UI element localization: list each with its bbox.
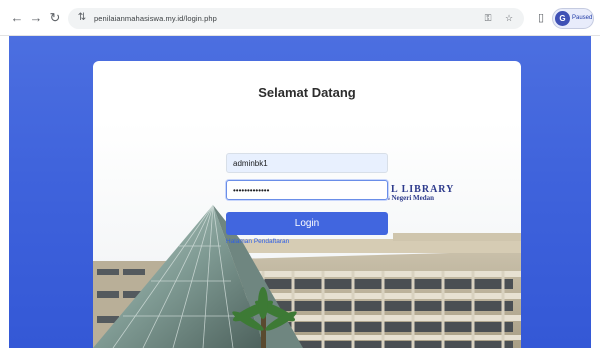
page-title: Selamat Datang: [258, 85, 356, 100]
page-viewport: L LIBRARY s Negeri Medan Selamat Datang …: [9, 36, 591, 348]
extensions-icon[interactable]: ▯: [532, 9, 550, 27]
building-sign-line1: L LIBRARY: [391, 184, 455, 195]
register-link[interactable]: Halaman Pendaftaran: [226, 238, 289, 245]
browser-toolbar: ← → ↻ ⇅ penilaianmahasiswa.my.id/login.p…: [0, 0, 600, 36]
password-key-icon[interactable]: ⚿: [480, 10, 496, 26]
password-field[interactable]: [226, 180, 388, 200]
bookmark-star-icon[interactable]: ☆: [501, 10, 517, 26]
profile-status-label: Paused: [572, 15, 593, 21]
building-sign-line2: s Negeri Medan: [387, 194, 435, 202]
url-text[interactable]: penilaianmahasiswa.my.id/login.php: [94, 8, 217, 29]
login-card: L LIBRARY s Negeri Medan Selamat Datang …: [93, 61, 521, 348]
building-sign: L LIBRARY s Negeri Medan: [387, 184, 455, 203]
address-bar[interactable]: ⇅ penilaianmahasiswa.my.id/login.php ⚿ ☆: [68, 8, 524, 29]
username-field[interactable]: [226, 153, 388, 173]
profile-avatar: G: [555, 11, 570, 26]
back-arrow-icon[interactable]: ←: [8, 9, 26, 27]
site-settings-icon[interactable]: ⇅: [74, 10, 90, 26]
login-button[interactable]: Login: [226, 212, 388, 235]
forward-arrow-icon[interactable]: →: [27, 9, 45, 27]
profile-button[interactable]: G Paused: [552, 8, 594, 29]
reload-icon[interactable]: ↻: [46, 9, 64, 27]
